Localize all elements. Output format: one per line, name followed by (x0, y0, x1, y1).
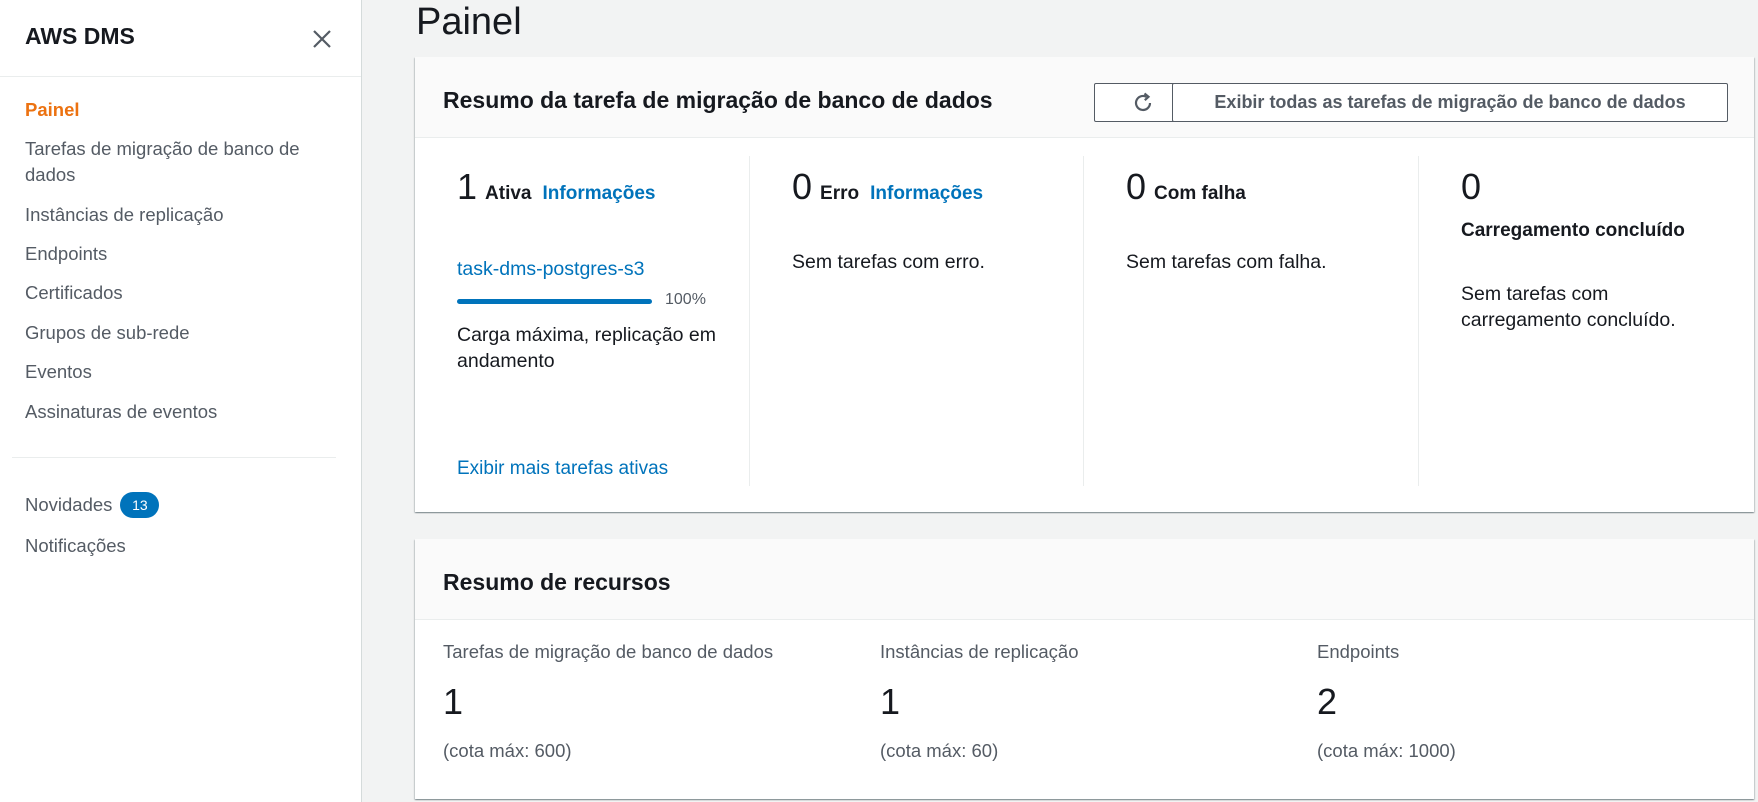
task-summary-header: Resumo da tarefa de migração de banco de… (415, 57, 1754, 138)
sidebar-divider (12, 457, 336, 458)
active-label: Ativa (485, 183, 532, 204)
sidebar-item-assinaturas[interactable]: Assinaturas de eventos (25, 399, 325, 425)
novidades-badge: 13 (120, 492, 160, 518)
task-progress-fill (457, 299, 652, 304)
error-tasks-column: 0 Erro Informações Sem tarefas com erro. (792, 167, 1082, 497)
sidebar-title: AWS DMS (25, 23, 135, 49)
task-link[interactable]: task-dms-postgres-s3 (457, 258, 644, 281)
resource-count-endpoints: 2 (1317, 681, 1338, 722)
close-icon[interactable] (307, 24, 337, 54)
resource-label-tasks: Tarefas de migração de banco de dados (443, 641, 774, 662)
active-info-link[interactable]: Informações (543, 183, 656, 204)
sidebar-item-grupos[interactable]: Grupos de sub-rede (25, 320, 325, 346)
resource-count-tasks: 1 (443, 681, 464, 722)
task-status-text: Carga máxima, replicação em andamento (457, 324, 717, 372)
resource-summary-title: Resumo de recursos (443, 569, 671, 595)
resource-quota-instances: (cota máx: 60) (880, 740, 999, 761)
sidebar-item-certificados[interactable]: Certificados (25, 280, 325, 306)
task-summary-title: Resumo da tarefa de migração de banco de… (443, 87, 993, 113)
error-empty-text: Sem tarefas com erro. (792, 251, 985, 273)
resource-count-instances: 1 (880, 681, 901, 722)
sidebar-item-instancias[interactable]: Instâncias de replicação (25, 202, 325, 228)
load-complete-empty-text: Sem tarefas com carregamento concluído. (1461, 283, 1676, 331)
task-summary-card: Resumo da tarefa de migração de banco de… (415, 57, 1754, 512)
view-all-tasks-button[interactable]: Exibir todas as tarefas de migração de b… (1172, 83, 1728, 122)
resource-summary-card: Resumo de recursos Tarefas de migração d… (415, 539, 1754, 799)
sidebar-item-eventos[interactable]: Eventos (25, 359, 325, 385)
error-label: Erro (820, 183, 860, 204)
resource-label-endpoints: Endpoints (1317, 641, 1400, 662)
page-title: Painel (416, 1, 522, 43)
load-complete-count: 0 (1461, 166, 1482, 207)
sidebar-item-notificacoes[interactable]: Notificações (25, 533, 325, 559)
sidebar-header: AWS DMS (0, 0, 361, 77)
column-divider (1083, 156, 1084, 486)
refresh-icon (1134, 92, 1151, 111)
sidebar-item-tarefas[interactable]: Tarefas de migração de banco de dados (25, 136, 325, 188)
task-progress-bar (457, 299, 652, 304)
failed-tasks-column: 0 Com falha Sem tarefas com falha. (1126, 167, 1416, 497)
task-progress-label: 100% (665, 291, 706, 308)
failed-empty-text: Sem tarefas com falha. (1126, 251, 1327, 273)
resource-label-instances: Instâncias de replicação (880, 641, 1079, 662)
novidades-label: Novidades (25, 494, 113, 515)
more-active-tasks-link[interactable]: Exibir mais tarefas ativas (457, 458, 668, 480)
failed-label: Com falha (1154, 183, 1246, 204)
resource-quota-tasks: (cota máx: 600) (443, 740, 572, 761)
sidebar-item-novidades[interactable]: Novidades 13 (25, 492, 325, 518)
resource-summary-header: Resumo de recursos (415, 539, 1754, 620)
column-divider (749, 156, 750, 486)
column-divider (1418, 156, 1419, 486)
sidebar-item-endpoints[interactable]: Endpoints (25, 241, 325, 267)
error-info-link[interactable]: Informações (870, 183, 983, 204)
active-count: 1 (457, 166, 478, 207)
load-complete-label: Carregamento concluído (1461, 220, 1685, 241)
resource-quota-endpoints: (cota máx: 1000) (1317, 740, 1456, 761)
failed-count: 0 (1126, 166, 1147, 207)
sidebar-item-painel[interactable]: Painel (25, 97, 325, 123)
load-complete-column: 0 Carregamento concluído Sem tarefas com… (1461, 167, 1731, 497)
error-count: 0 (792, 166, 813, 207)
sidebar: AWS DMS Painel Tarefas de migração de ba… (0, 0, 362, 802)
